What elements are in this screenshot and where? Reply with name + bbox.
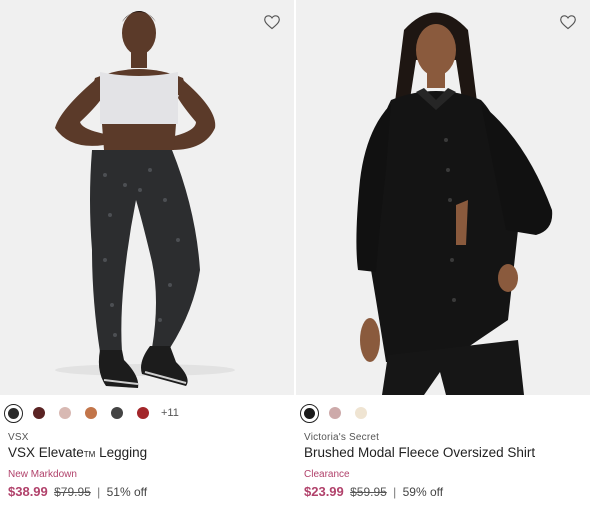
price-row: $23.99 $59.95 | 59% off	[304, 484, 443, 499]
color-swatch[interactable]	[85, 407, 97, 419]
more-colors-count[interactable]: +11	[161, 407, 179, 419]
product-card[interactable]: +11 VSX VSX ElevateTM Legging New Markdo…	[0, 0, 294, 499]
product-photo-shirt	[356, 12, 553, 395]
product-brand: VSX	[8, 432, 29, 443]
color-swatches	[300, 403, 381, 423]
color-swatch[interactable]	[329, 407, 341, 419]
heart-outline-icon[interactable]	[558, 12, 578, 32]
product-name-suffix: Legging	[95, 445, 148, 460]
trademark-mark: TM	[83, 450, 96, 459]
price-status-label: New Markdown	[8, 469, 77, 480]
product-image[interactable]	[296, 0, 590, 395]
price-row: $38.99 $79.95 | 51% off	[8, 484, 147, 499]
product-image[interactable]	[0, 0, 294, 395]
price-status-label: Clearance	[304, 469, 350, 480]
price-separator: |	[97, 485, 101, 499]
color-swatch[interactable]	[355, 407, 367, 419]
color-swatches: +11	[4, 403, 179, 423]
product-grid: +11 VSX VSX ElevateTM Legging New Markdo…	[0, 0, 590, 508]
product-photo-legging	[55, 11, 235, 388]
sale-price: $38.99	[8, 484, 48, 499]
color-swatch[interactable]	[111, 407, 123, 419]
color-swatch-selected[interactable]	[4, 403, 23, 423]
color-swatch-selected[interactable]	[300, 403, 319, 423]
discount-percent: 51% off	[106, 485, 148, 499]
product-name-link[interactable]: VSX ElevateTM Legging	[8, 445, 147, 460]
original-price: $59.95	[350, 485, 387, 499]
original-price: $79.95	[54, 485, 91, 499]
product-name: VSX Elevate	[8, 445, 84, 460]
price-separator: |	[393, 485, 397, 499]
discount-percent: 59% off	[402, 485, 444, 499]
heart-outline-icon[interactable]	[262, 12, 282, 32]
product-brand: Victoria's Secret	[304, 432, 380, 443]
product-card[interactable]: Victoria's Secret Brushed Modal Fleece O…	[296, 0, 590, 499]
color-swatch[interactable]	[137, 407, 149, 419]
product-name-link[interactable]: Brushed Modal Fleece Oversized Shirt	[304, 445, 535, 460]
color-swatch[interactable]	[33, 407, 45, 419]
sale-price: $23.99	[304, 484, 344, 499]
color-swatch[interactable]	[59, 407, 71, 419]
